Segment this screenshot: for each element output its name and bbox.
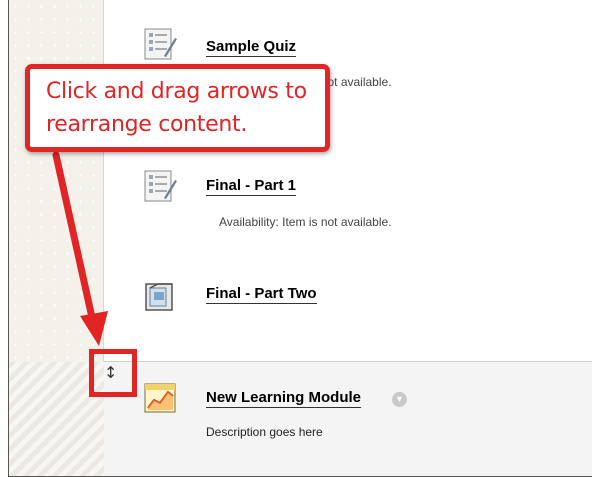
callout-line-1: Click and drag arrows to	[46, 79, 307, 104]
instruction-callout: Click and drag arrows to rearrange conte…	[25, 64, 330, 152]
callout-line-2: rearrange content.	[46, 112, 248, 137]
